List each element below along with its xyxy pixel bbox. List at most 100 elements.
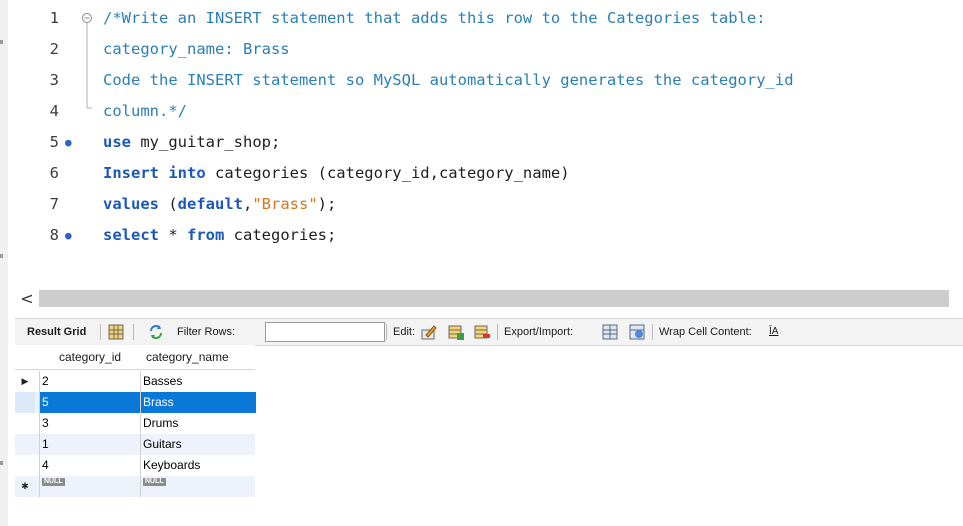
cell-category-id[interactable]: 4 (39, 455, 142, 476)
line-number: 7 (49, 195, 59, 213)
cell-category-name[interactable]: Basses (140, 371, 256, 392)
cell-category-name[interactable]: NULL (140, 476, 256, 497)
edge-mark (0, 40, 3, 44)
code-line[interactable]: 2 category_name: Brass (15, 34, 963, 65)
table-row[interactable]: ▶ 2 Basses (15, 371, 255, 392)
code-text: /*Write an INSERT statement that adds th… (103, 3, 766, 34)
scroll-left-button[interactable]: < (15, 289, 39, 308)
sql-keyword: values (103, 195, 159, 213)
identifier: my_guitar_shop; (131, 133, 281, 151)
code-line[interactable]: 5 ● use my_guitar_shop; (15, 127, 963, 158)
comment-text: column.*/ (103, 102, 187, 120)
row-indicator (15, 455, 35, 476)
delete-row-icon[interactable] (474, 324, 490, 340)
line-number: 3 (49, 71, 59, 89)
table-row[interactable]: 3 Drums (15, 413, 255, 434)
identifier: * (159, 226, 187, 244)
horizontal-scrollbar[interactable]: < (15, 289, 950, 308)
sql-keyword: from (187, 226, 225, 244)
cell-category-id[interactable]: 2 (39, 371, 142, 392)
column-header[interactable]: category_name (146, 345, 229, 369)
fold-guide (86, 65, 88, 96)
cell-category-name[interactable]: Drums (140, 413, 256, 434)
row-indicator (15, 434, 35, 455)
table-row[interactable]: 5 Brass (15, 392, 256, 413)
filter-rows-input[interactable] (265, 322, 385, 342)
row-indicator (15, 392, 35, 413)
statement-marker-icon: ● (65, 229, 72, 242)
toolbar-separator (497, 324, 498, 340)
cell-category-name[interactable]: Brass (140, 392, 256, 413)
code-line[interactable]: 4 column.*/ (15, 96, 963, 127)
cell-category-id[interactable]: 3 (39, 413, 142, 434)
line-number: 2 (49, 40, 59, 58)
identifier: ); (317, 195, 337, 213)
sql-keyword: default (177, 195, 243, 213)
fold-toggle-icon[interactable] (81, 3, 93, 34)
line-number: 4 (49, 102, 59, 120)
cell-category-id[interactable]: 1 (39, 434, 142, 455)
result-grid-tab[interactable]: Result Grid (27, 319, 86, 345)
code-text: use my_guitar_shop; (103, 127, 280, 158)
export-icon[interactable] (602, 324, 618, 340)
cell-category-id[interactable]: NULL (39, 476, 142, 497)
code-text: Code the INSERT statement so MySQL autom… (103, 65, 794, 96)
current-row-arrow-icon: ▶ (21, 376, 29, 386)
edit-label: Edit: (393, 326, 416, 338)
code-line[interactable]: 7 values (default,"Brass"); (15, 189, 963, 220)
table-row[interactable]: 1 Guitars (15, 434, 255, 455)
sql-keyword: use (103, 133, 131, 151)
column-header[interactable]: category_id (59, 345, 121, 369)
row-indicator (15, 413, 35, 434)
identifier: categories; (224, 226, 337, 244)
code-text: column.*/ (103, 96, 187, 127)
line-number: 8 (49, 226, 59, 244)
line-number: 5 (49, 133, 59, 151)
cell-category-id[interactable]: 5 (39, 392, 142, 413)
window-edge (0, 0, 8, 526)
edge-mark (0, 254, 3, 258)
string-literal: "Brass" (252, 195, 318, 213)
code-line[interactable]: 6 Insert into categories (category_id,cat… (15, 158, 963, 189)
code-line[interactable]: 8 ● select * from categories; (15, 220, 963, 251)
code-line[interactable]: 1 /*Write an INSERT statement that adds t… (15, 3, 963, 34)
new-row-marker-icon: ✱ (21, 481, 29, 491)
table-row[interactable]: 4 Keyboards (15, 455, 255, 476)
cell-category-name[interactable]: Keyboards (140, 455, 256, 476)
fold-guide (86, 96, 92, 109)
comment-text: /*Write an INSERT statement that adds th… (103, 9, 766, 27)
identifier: categories (category_id,category_name) (205, 164, 570, 182)
null-badge: NULL (143, 478, 166, 486)
export-import-label: Export/Import: (504, 326, 574, 338)
add-row-icon[interactable] (448, 324, 464, 340)
refresh-icon[interactable] (148, 324, 164, 340)
code-text: category_name: Brass (103, 34, 290, 65)
line-number: 6 (49, 164, 59, 182)
sql-keyword: Insert into (103, 164, 206, 182)
toolbar-separator (386, 324, 387, 340)
fold-guide (86, 34, 88, 65)
null-badge: NULL (42, 478, 65, 486)
comment-text: Code the INSERT statement so MySQL autom… (103, 71, 794, 89)
grid-layout-icon[interactable] (108, 324, 124, 340)
identifier: ( (159, 195, 178, 213)
grid-header: category_id category_name (15, 345, 255, 370)
identifier: , (243, 195, 253, 213)
toolbar-separator (100, 324, 101, 340)
sql-keyword: select (103, 226, 159, 244)
code-text: Insert into categories (category_id,cate… (103, 158, 570, 189)
comment-text: category_name: Brass (103, 40, 290, 58)
new-row[interactable]: ✱ NULL NULL (15, 476, 255, 497)
edit-row-icon[interactable] (421, 324, 437, 340)
code-text: values (default,"Brass"); (103, 189, 336, 220)
cell-category-name[interactable]: Guitars (140, 434, 256, 455)
toolbar-separator (133, 324, 134, 340)
code-text: select * from categories; (103, 220, 336, 251)
sql-editor[interactable]: 1 /*Write an INSERT statement that adds t… (15, 0, 963, 288)
code-line[interactable]: 3 Code the INSERT statement so MySQL auto… (15, 65, 963, 96)
wrap-cell-content-label: Wrap Cell Content: (659, 326, 752, 338)
result-toolbar: Result Grid Filter Rows: Edit: Export/Im… (15, 318, 963, 346)
scrollbar-thumb[interactable] (39, 290, 949, 307)
wrap-cell-icon[interactable]: ĪA (769, 319, 778, 345)
import-icon[interactable] (629, 324, 645, 340)
